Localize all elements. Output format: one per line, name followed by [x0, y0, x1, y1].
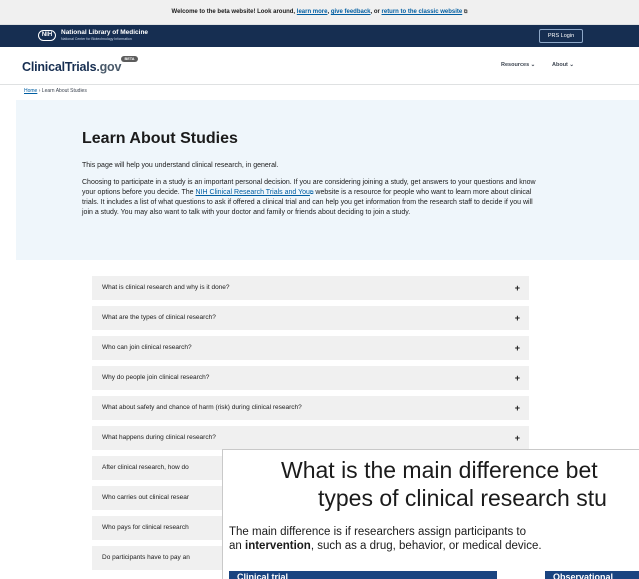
accordion-question: What is clinical research and why is it … [102, 284, 230, 291]
intro-section: Learn About Studies This page will help … [16, 100, 639, 260]
logo-main: ClinicalTrials [22, 60, 97, 74]
learn-more-link[interactable]: learn more [297, 9, 328, 15]
accordion-item[interactable]: What about safety and chance of harm (ri… [92, 396, 529, 420]
nlm-bar: NIH National Library of Medicine Nationa… [0, 25, 639, 47]
banner-separator: , or [370, 9, 380, 15]
banner-separator: , [327, 9, 330, 15]
expand-icon[interactable]: + [515, 426, 520, 450]
accordion-question: Do participants have to pay an [102, 554, 190, 561]
nav-resources[interactable]: Resources ⌄ [501, 62, 535, 68]
expand-icon[interactable]: + [515, 396, 520, 420]
accordion-question: Who pays for clinical research [102, 524, 189, 531]
accordion-item[interactable]: Who can join clinical research? + [92, 336, 529, 360]
overlay-text-bold: intervention [245, 540, 311, 552]
give-feedback-link[interactable]: give feedback [331, 9, 371, 15]
clinicaltrials-logo[interactable]: ClinicalTrials.gov [22, 60, 121, 74]
breadcrumb-home-link[interactable]: Home [24, 88, 37, 94]
nlm-title[interactable]: National Library of Medicine [61, 29, 148, 36]
return-classic-link[interactable]: return to the classic website [382, 9, 463, 15]
accordion-question: What happens during clinical research? [102, 434, 216, 441]
clinical-trial-tab: Clinical trial [229, 571, 497, 579]
breadcrumb: Home › Learn About Studies [24, 88, 87, 94]
accordion-question: Who carries out clinical resear [102, 494, 190, 501]
nav-about[interactable]: About ⌄ [552, 62, 574, 68]
overlay-text-c: , such as a drug, behavior, or medical d… [310, 540, 542, 552]
breadcrumb-current: Learn About Studies [41, 88, 87, 94]
site-header: ClinicalTrials.gov BETA Resources ⌄ Abou… [0, 47, 639, 85]
intro-paragraph-1: This page will help you understand clini… [82, 162, 279, 169]
overlay-text-b: an [229, 540, 245, 552]
accordion-item[interactable]: What happens during clinical research? + [92, 426, 529, 450]
expand-icon[interactable]: + [515, 336, 520, 360]
prs-login-button[interactable]: PRS Login [539, 29, 583, 43]
observational-tab: Observational [545, 571, 639, 579]
page-title: Learn About Studies [82, 130, 238, 147]
beta-banner-text: Welcome to the beta website! Look around… [171, 9, 296, 15]
accordion-item[interactable]: Why do people join clinical research? + [92, 366, 529, 390]
logo-gov: .gov [96, 60, 122, 74]
nih-trials-and-you-link[interactable]: NIH Clinical Research Trials and You [196, 189, 310, 196]
accordion-item[interactable]: What is clinical research and why is it … [92, 276, 529, 300]
overlay-heading-line-1: What is the main difference bet [281, 457, 598, 483]
accordion-question: What about safety and chance of harm (ri… [102, 404, 302, 411]
intro-paragraph-2: Choosing to participate in a study is an… [82, 178, 542, 218]
accordion-question: Who can join clinical research? [102, 344, 192, 351]
accordion-item[interactable]: What are the types of clinical research?… [92, 306, 529, 330]
expand-icon[interactable]: + [515, 306, 520, 330]
nlm-subtitle: National Center for Biotechnology Inform… [61, 37, 132, 41]
beta-banner: Welcome to the beta website! Look around… [0, 0, 639, 25]
overlay-text-a: The main difference is if researchers as… [229, 526, 527, 538]
expand-icon[interactable]: + [515, 276, 520, 300]
expand-icon[interactable]: + [515, 366, 520, 390]
accordion-question: What are the types of clinical research? [102, 314, 216, 321]
accordion-question: Why do people join clinical research? [102, 374, 210, 381]
overlay-heading-line-2: types of clinical research stu [318, 485, 607, 511]
nih-logo-icon[interactable]: NIH [38, 30, 56, 41]
beta-badge: BETA [121, 56, 138, 62]
external-link-icon: ⧉ [463, 9, 468, 15]
accordion-question: After clinical research, how do [102, 464, 189, 471]
overlay-paragraph: The main difference is if researchers as… [229, 525, 639, 553]
video-overlay-panel[interactable]: What is the main difference bet types of… [222, 449, 639, 579]
